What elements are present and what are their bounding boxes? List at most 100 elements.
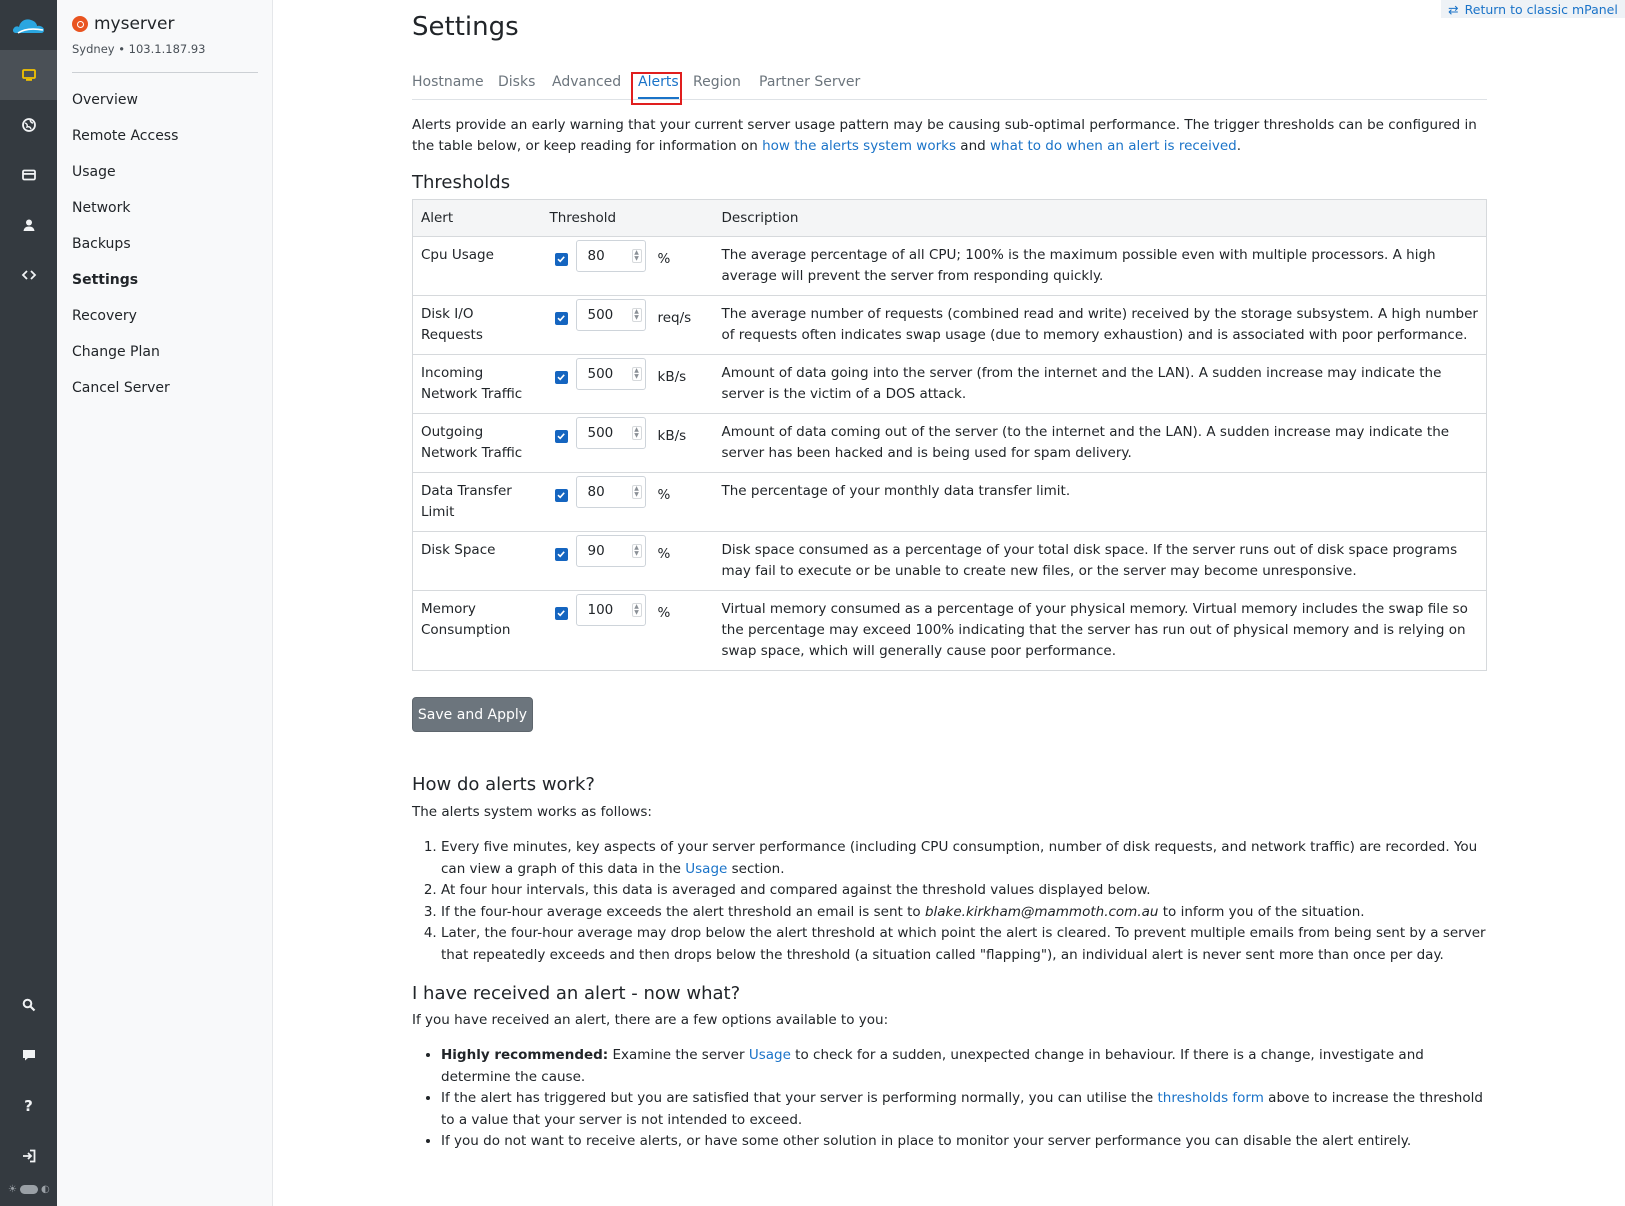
- enable-alert-checkbox[interactable]: [554, 429, 568, 443]
- sidebar-item-change-plan[interactable]: Change Plan: [72, 340, 178, 376]
- theme-toggle[interactable]: ☀ ◐: [8, 1184, 50, 1195]
- threshold-cell: 80 ▲ ▼%: [541, 236, 714, 296]
- alert-description: Amount of data coming out of the server …: [713, 413, 1487, 473]
- list-item: If the alert has triggered but you are s…: [441, 1088, 1487, 1131]
- user-icon[interactable]: [0, 200, 57, 250]
- server-icon[interactable]: [0, 50, 57, 100]
- what-to-do-link[interactable]: what to do when an alert is received: [990, 138, 1237, 154]
- threshold-value-input[interactable]: 500 ▲ ▼: [575, 299, 646, 331]
- sidebar-item-cancel-server[interactable]: Cancel Server: [72, 376, 178, 412]
- threshold-unit: req/s: [657, 309, 692, 326]
- how-alerts-work-intro: The alerts system works as follows:: [412, 804, 652, 820]
- alert-description: Disk space consumed as a percentage of y…: [713, 531, 1487, 591]
- intro-text: and: [956, 138, 990, 154]
- globe-icon[interactable]: [0, 100, 57, 150]
- ubuntu-icon: [72, 16, 88, 32]
- how-alerts-work-steps: Every five minutes, key aspects of your …: [441, 837, 1487, 966]
- threshold-value-input[interactable]: 80 ▲ ▼: [575, 240, 646, 272]
- tab-disks[interactable]: Disks: [498, 72, 535, 99]
- code-icon[interactable]: [0, 250, 57, 300]
- threshold-value-input[interactable]: 500 ▲ ▼: [575, 358, 646, 390]
- help-icon[interactable]: ?: [0, 1081, 57, 1131]
- usage-link[interactable]: Usage: [749, 1047, 791, 1063]
- enable-alert-checkbox[interactable]: [554, 606, 568, 620]
- column-header-alert: Alert: [412, 199, 542, 237]
- alert-description: Amount of data going into the server (fr…: [713, 354, 1487, 414]
- threshold-cell: 500 ▲ ▼ req/s: [541, 295, 714, 355]
- enable-alert-checkbox[interactable]: [554, 252, 568, 266]
- table-row: Disk I/O Requests 500 ▲ ▼ req/s The average n…: [412, 295, 1487, 355]
- icon-rail: ? ☀ ◐: [0, 0, 57, 1206]
- alert-name: Memory Consumption: [421, 601, 511, 638]
- sidebar-item-usage[interactable]: Usage: [72, 160, 178, 196]
- spinner-icon[interactable]: ▲ ▼: [631, 544, 642, 558]
- spinner-icon[interactable]: ▲ ▼: [631, 485, 642, 499]
- list-item: If you do not want to receive alerts, or…: [441, 1131, 1487, 1153]
- list-item: Every five minutes, key aspects of your …: [441, 837, 1487, 880]
- card-icon[interactable]: [0, 150, 57, 200]
- threshold-cell: 500 ▲ ▼ kB/s: [541, 354, 714, 414]
- received-alert-heading: I have received an alert - now what?: [412, 983, 741, 1004]
- alert-description: The percentage of your monthly data tran…: [713, 472, 1487, 532]
- spinner-icon[interactable]: ▲ ▼: [631, 308, 642, 322]
- sidebar-item-network[interactable]: Network: [72, 196, 178, 232]
- threshold-unit: %: [657, 604, 671, 621]
- server-header: myserver: [72, 14, 174, 34]
- server-sidebar: myserver Sydney • 103.1.187.93 Overview …: [57, 0, 273, 1206]
- threshold-value-input[interactable]: 90 ▲ ▼: [575, 535, 646, 567]
- received-alert-intro: If you have received an alert, there are…: [412, 1012, 889, 1028]
- intro-text: .: [1236, 138, 1242, 154]
- spinner-icon[interactable]: ▲ ▼: [631, 603, 642, 617]
- threshold-cell: 80 ▲ ▼%: [541, 472, 714, 532]
- spinner-icon[interactable]: ▲ ▼: [631, 426, 642, 440]
- enable-alert-checkbox[interactable]: [554, 370, 568, 384]
- return-classic-link[interactable]: ⇄ Return to classic mPanel: [1441, 0, 1625, 18]
- list-item: At four hour intervals, this data is ave…: [441, 880, 1487, 902]
- threshold-value-input[interactable]: 80 ▲ ▼: [575, 476, 646, 508]
- column-header-threshold: Threshold: [541, 199, 714, 237]
- how-alerts-work-link[interactable]: how the alerts system works: [762, 138, 956, 154]
- enable-alert-checkbox[interactable]: [554, 488, 568, 502]
- list-item: Highly recommended: Examine the server U…: [441, 1045, 1487, 1088]
- tab-region[interactable]: Region: [693, 72, 741, 99]
- table-row: Data Transfer Limit 80 ▲ ▼% The percentage o…: [412, 472, 1487, 532]
- table-row: Memory Consumption 100 ▲ ▼% Virtual memory c…: [413, 591, 1487, 671]
- page-title: Settings: [412, 12, 519, 42]
- threshold-cell: 90 ▲ ▼%: [541, 531, 714, 591]
- threshold-unit: kB/s: [657, 427, 687, 444]
- thresholds-form-link[interactable]: thresholds form: [1158, 1090, 1264, 1106]
- enable-alert-checkbox[interactable]: [554, 547, 568, 561]
- usage-link[interactable]: Usage: [685, 861, 727, 877]
- alert-name: Disk Space: [412, 531, 542, 591]
- alert-email: blake.kirkham@mammoth.com.au: [924, 903, 1159, 920]
- sidebar-item-settings[interactable]: Settings: [72, 268, 178, 304]
- threshold-unit: %: [657, 545, 671, 562]
- cloud-logo-icon[interactable]: [0, 0, 57, 52]
- alert-name: Incoming Network Traffic: [412, 354, 542, 414]
- tab-advanced[interactable]: Advanced: [552, 72, 621, 99]
- settings-tabs: Hostname Disks Advanced Alerts Region Pa…: [412, 72, 1487, 100]
- enable-alert-checkbox[interactable]: [554, 311, 568, 325]
- sidebar-item-recovery[interactable]: Recovery: [72, 304, 178, 340]
- alert-name: Disk I/O Requests: [412, 295, 542, 355]
- logout-icon[interactable]: [0, 1131, 57, 1181]
- save-and-apply-button[interactable]: Save and Apply: [412, 697, 533, 732]
- spinner-icon[interactable]: ▲ ▼: [631, 367, 642, 381]
- sidebar-item-overview[interactable]: Overview: [72, 88, 178, 124]
- sidebar-item-remote-access[interactable]: Remote Access: [72, 124, 178, 160]
- threshold-value-input[interactable]: 100 ▲ ▼: [575, 594, 646, 626]
- threshold-unit: %: [657, 486, 671, 503]
- table-row: Disk Space 90 ▲ ▼% Disk space consumed as a …: [412, 531, 1487, 591]
- moon-icon: ◐: [40, 1184, 50, 1195]
- sidebar-item-backups[interactable]: Backups: [72, 232, 178, 268]
- alerts-intro: Alerts provide an early warning that you…: [412, 115, 1482, 157]
- tab-hostname[interactable]: Hostname: [412, 72, 484, 99]
- tab-partner-server[interactable]: Partner Server: [759, 72, 860, 99]
- threshold-value-input[interactable]: 500 ▲ ▼: [575, 417, 646, 449]
- alert-name: Data Transfer Limit: [412, 472, 542, 532]
- swap-arrows-icon: ⇄: [1448, 1, 1459, 17]
- chat-icon[interactable]: [0, 1030, 57, 1080]
- list-item: Later, the four-hour average may drop be…: [441, 923, 1487, 966]
- spinner-icon[interactable]: ▲ ▼: [631, 249, 642, 263]
- search-icon[interactable]: [0, 980, 57, 1030]
